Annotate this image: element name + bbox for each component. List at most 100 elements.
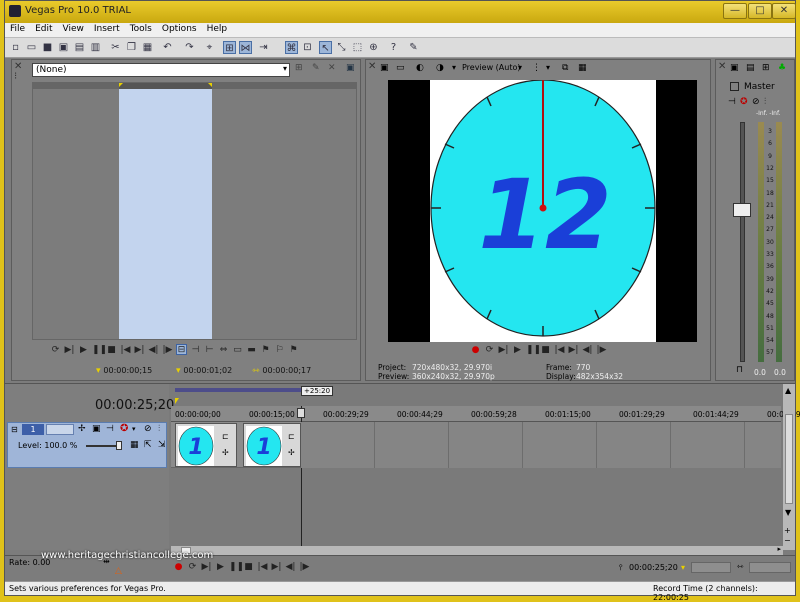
compositing-mode-icon[interactable]: ⊣ [106, 424, 114, 434]
copy-icon[interactable]: ❐ [125, 41, 138, 54]
loop-playback-icon[interactable]: ⟳ [484, 345, 495, 356]
flag-out-icon[interactable]: ⚐ [274, 345, 285, 356]
video-fx-icon[interactable]: ◐ [416, 63, 424, 73]
minimize-button[interactable]: — [723, 3, 747, 19]
render-icon[interactable]: ▤ [73, 41, 86, 54]
next-frame-icon[interactable]: |▶ [162, 345, 173, 356]
prev-frame-icon[interactable]: ◀| [285, 562, 296, 573]
play-icon[interactable]: ▶ [78, 345, 89, 356]
go-to-start-icon[interactable]: |◀ [257, 562, 268, 573]
add-overwrite-icon[interactable]: ⊢ [204, 345, 215, 356]
ripple-edit-icon[interactable]: ⇥ [257, 41, 270, 54]
track-parent-icon[interactable]: ⇲ [158, 440, 166, 450]
loop-icon[interactable]: ⟳ [50, 345, 61, 356]
playhead-handle[interactable] [297, 408, 305, 418]
enable-snapping-icon[interactable]: ⊞ [223, 41, 236, 54]
play-from-start-icon[interactable]: ▶| [498, 345, 509, 356]
zoom-out-icon[interactable]: − [784, 536, 791, 545]
crop-icon[interactable]: ⊏ [222, 432, 229, 441]
pause-icon[interactable]: ❚❚ [92, 345, 107, 356]
solo-icon[interactable]: ⫶ [764, 97, 766, 107]
bus-fx-icon[interactable]: ✪ [740, 97, 748, 107]
maximize-button[interactable]: □ [748, 3, 772, 19]
save-icon[interactable]: ■ [41, 41, 54, 54]
cut-icon[interactable]: ✂ [109, 41, 122, 54]
timeline-selection-icon[interactable]: ⊟ [176, 344, 187, 355]
mute-icon[interactable]: ⊘ [752, 97, 760, 107]
master-fader-handle[interactable] [733, 203, 751, 217]
menu-tools[interactable]: Tools [125, 23, 157, 34]
video-clip[interactable]: 1 ⊏ ✢ [175, 423, 237, 467]
menu-help[interactable]: Help [202, 23, 233, 34]
panel-close-icon[interactable]: ✕ [14, 62, 22, 72]
play-icon[interactable]: ▶ [215, 562, 226, 573]
new-icon[interactable]: ▫ [9, 41, 22, 54]
track-fx-icon[interactable]: ▣ [92, 424, 101, 434]
track-fx-chain-icon[interactable]: ✪ [120, 423, 128, 434]
timeline-vertical-scrollbar[interactable]: ▲ ▼ + − [783, 384, 795, 550]
collapse-icon[interactable]: ⊟ [11, 425, 18, 434]
go-to-end-icon[interactable]: ▶| [134, 345, 145, 356]
loop-playback-icon[interactable]: ⟳ [187, 562, 198, 573]
media-dropdown[interactable]: (None) ▾ [32, 63, 290, 77]
timeline-track-view[interactable]: +25:20 00:00:00;00 00:00:15;00 00:00:29;… [171, 384, 800, 550]
screen-icon[interactable]: ▣ [346, 63, 355, 73]
paste-icon[interactable]: ▦ [141, 41, 154, 54]
track-mute-icon[interactable]: ⊘ [144, 424, 152, 434]
panel-pin-icon[interactable]: ⁝ [14, 72, 17, 82]
whats-this-icon[interactable]: ✎ [407, 41, 420, 54]
copy-snapshot-icon[interactable]: ⧉ [562, 63, 568, 73]
scroll-down-icon[interactable]: ▼ [785, 508, 791, 517]
external-monitor-icon[interactable]: ▭ [396, 63, 405, 73]
split-screen-icon[interactable]: ◑ [436, 63, 444, 73]
master-fader-track[interactable] [740, 122, 745, 362]
save-as-icon[interactable]: ▣ [57, 41, 70, 54]
menu-file[interactable]: File [5, 23, 30, 34]
prev-frame-icon[interactable]: ◀| [148, 345, 159, 356]
trimmer-selection[interactable] [119, 89, 212, 339]
marker-flag-icon[interactable] [175, 398, 179, 404]
go-to-start-icon[interactable]: |◀ [120, 345, 131, 356]
record-icon[interactable]: ● [470, 345, 481, 356]
fader-lock-icon[interactable]: ⊓ [736, 365, 743, 375]
go-to-end-icon[interactable]: ▶| [568, 345, 579, 356]
close-button[interactable]: ✕ [772, 3, 796, 19]
clip-fx-icon[interactable]: ✢ [222, 448, 229, 457]
mixer-close-icon[interactable]: ✕ [718, 62, 726, 72]
insert-bus-icon[interactable]: ⊞ [762, 63, 770, 73]
track-level-thumb[interactable] [116, 441, 122, 450]
out-marker-icon[interactable] [208, 83, 212, 87]
add-channel-icon[interactable]: ♣ [778, 63, 786, 73]
preview-mode-dropdown[interactable]: Preview (Auto) [462, 63, 521, 72]
envelope-tool-icon[interactable]: ⤡ [335, 41, 348, 54]
normal-edit-tool-icon[interactable]: ↖ [319, 41, 332, 54]
track-motion-icon[interactable]: ✢ [78, 424, 86, 434]
auto-crossfade-icon[interactable]: ⋈ [239, 41, 252, 54]
redo-icon[interactable]: ↷ [183, 41, 196, 54]
mixer-fx-icon[interactable]: ▤ [746, 63, 755, 73]
timeline-horizontal-scrollbar[interactable]: ▸ [171, 545, 783, 555]
save-snapshot-icon[interactable]: ▦ [578, 63, 587, 73]
pencil-icon[interactable]: ✎ [312, 63, 320, 73]
video-track-row[interactable]: 1 ⊏ ✢ 1 ⊏ ✢ [171, 422, 781, 468]
online-help-icon[interactable]: ? [387, 41, 400, 54]
properties-icon[interactable]: ▥ [89, 41, 102, 54]
crop-icon[interactable]: ⊏ [288, 432, 295, 441]
play-from-start-icon[interactable]: ▶| [201, 562, 212, 573]
create-subclip-icon[interactable]: ▭ [232, 345, 243, 356]
menu-view[interactable]: View [58, 23, 89, 34]
region-icon[interactable]: ⚑ [288, 345, 299, 356]
track-envelope-icon[interactable]: ▦ [130, 440, 139, 450]
go-to-end-icon[interactable]: ▶| [271, 562, 282, 573]
stop-icon[interactable]: ■ [540, 345, 551, 356]
video-clip[interactable]: 1 ⊏ ✢ [243, 423, 301, 467]
clip-fx-icon[interactable]: ✢ [288, 448, 295, 457]
fit-icon[interactable]: ⇔ [218, 345, 229, 356]
mixer-properties-icon[interactable]: ▣ [730, 63, 739, 73]
selection-start-field[interactable] [691, 562, 731, 573]
loop-region-bar[interactable] [175, 388, 301, 392]
history-icon[interactable]: ⌖ [203, 41, 216, 54]
track-child-icon[interactable]: ⇱ [144, 440, 152, 450]
menu-options[interactable]: Options [157, 23, 202, 34]
scroll-right-icon[interactable]: ▸ [777, 545, 781, 553]
